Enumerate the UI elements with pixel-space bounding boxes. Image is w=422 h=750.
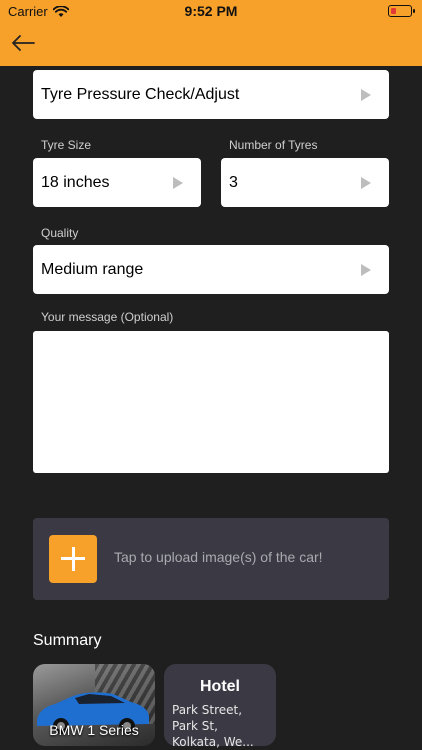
status-bar: Carrier 9:52 PM — [0, 0, 422, 22]
dropdown-arrow-icon — [173, 176, 183, 189]
summary-title: Summary — [33, 632, 102, 649]
dropdown-arrow-icon — [361, 263, 371, 276]
quality-value: Medium range — [41, 260, 144, 278]
upload-images-button[interactable]: Tap to upload image(s) of the car! — [33, 518, 389, 600]
service-select[interactable]: Tyre Pressure Check/Adjust — [33, 70, 389, 119]
battery-icon — [388, 5, 415, 17]
message-textarea[interactable] — [33, 331, 389, 473]
service-value: Tyre Pressure Check/Adjust — [41, 85, 240, 103]
dropdown-arrow-icon — [361, 88, 371, 101]
hotel-address: Park Street, Park St, Kolkata, We... — [172, 703, 254, 749]
tyre-size-select[interactable]: 18 inches — [33, 158, 201, 207]
message-label: Your message (Optional) — [41, 310, 174, 324]
quality-select[interactable]: Medium range — [33, 245, 389, 294]
upload-text: Tap to upload image(s) of the car! — [114, 549, 323, 565]
dropdown-arrow-icon — [361, 176, 371, 189]
tyre-size-value: 18 inches — [41, 173, 110, 191]
num-tyres-label: Number of Tyres — [229, 138, 318, 152]
quality-label: Quality — [41, 226, 79, 240]
hotel-title: Hotel — [200, 678, 240, 695]
summary-hotel-card[interactable]: Hotel Park Street, Park St, Kolkata, We.… — [164, 664, 276, 749]
num-tyres-select[interactable]: 3 — [221, 158, 389, 207]
status-time: 9:52 PM — [184, 3, 238, 19]
plus-icon — [49, 535, 97, 583]
summary-car-card[interactable]: BMW 1 Series — [33, 664, 155, 746]
car-label: BMW 1 Series — [49, 722, 139, 738]
app-header: Carrier 9:52 PM — [0, 0, 422, 66]
arrow-left-icon[interactable] — [10, 32, 36, 54]
tyre-size-label: Tyre Size — [41, 138, 92, 152]
num-tyres-value: 3 — [229, 173, 238, 191]
